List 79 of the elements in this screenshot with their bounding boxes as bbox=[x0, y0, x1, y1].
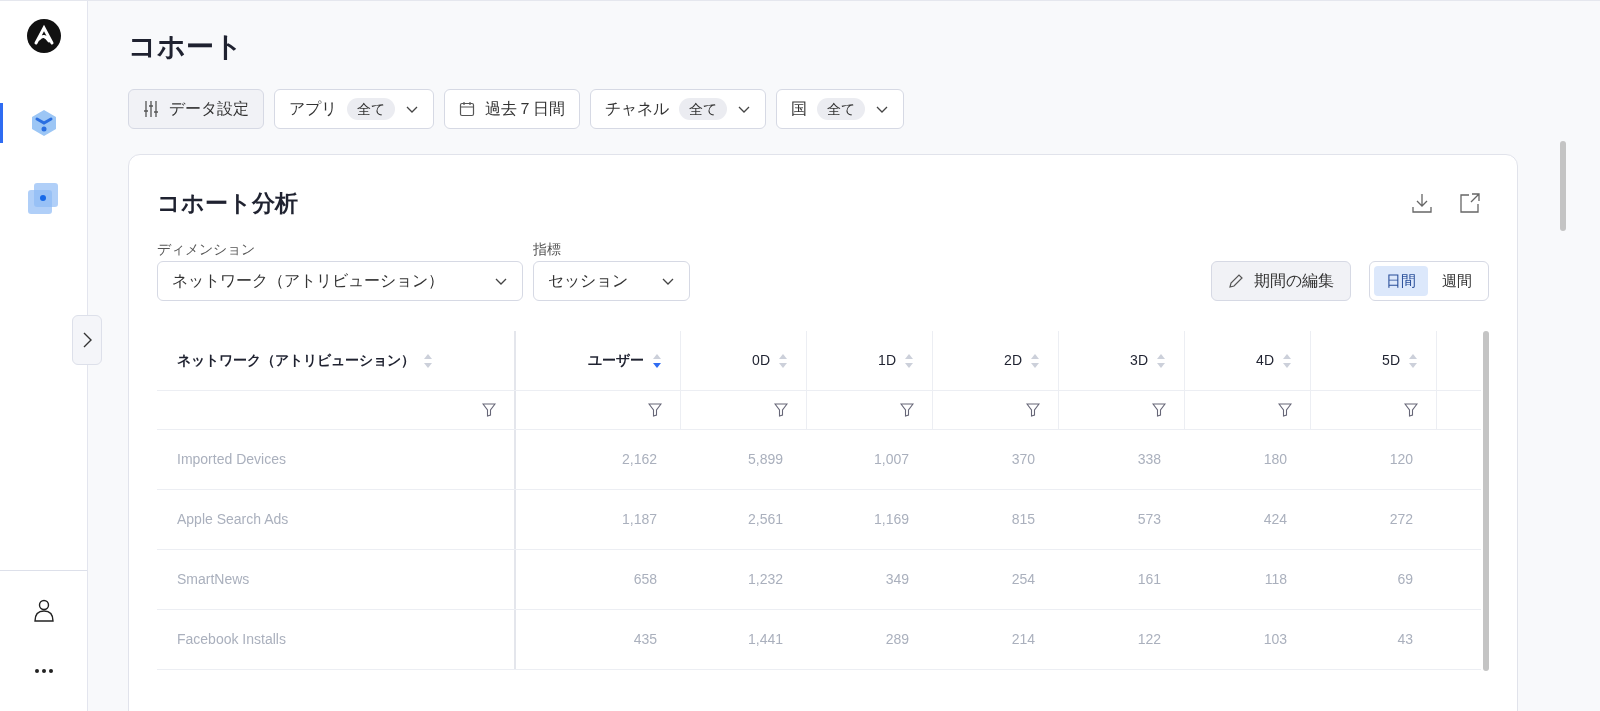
filter-icon[interactable] bbox=[648, 403, 662, 417]
table-cell-text: SmartNews bbox=[177, 570, 250, 589]
table-cell-text: 69 bbox=[1397, 570, 1413, 589]
card-title: コホート分析 bbox=[157, 188, 298, 218]
filter-icon[interactable] bbox=[1404, 403, 1418, 417]
table-cell-text: 214 bbox=[1011, 630, 1035, 649]
sort-icon[interactable] bbox=[652, 352, 662, 369]
table-cell-text: Imported Devices bbox=[177, 450, 286, 469]
table-cell-text: 815 bbox=[1011, 510, 1035, 529]
filter-icon[interactable] bbox=[1026, 403, 1040, 417]
table-cell-text: 122 bbox=[1137, 630, 1161, 649]
table-cell-text: 120 bbox=[1389, 450, 1413, 469]
filter-dropdown[interactable]: 国 全て bbox=[776, 89, 904, 129]
table-cell-text: 424 bbox=[1263, 510, 1287, 529]
table-cell-text: 435 bbox=[633, 630, 657, 649]
table-cell-text: 349 bbox=[885, 570, 909, 589]
filter-icon[interactable] bbox=[774, 403, 788, 417]
filter-value-badge: 全て bbox=[817, 98, 865, 120]
expand-button[interactable] bbox=[72, 315, 102, 365]
table-cell-text: 180 bbox=[1263, 450, 1287, 469]
column-header[interactable]: 3D bbox=[1130, 350, 1148, 371]
table-cell-text: 2,162 bbox=[621, 450, 657, 469]
date-range-button[interactable]: 過去７日間 bbox=[444, 89, 580, 129]
table-cell-text: 1,441 bbox=[747, 630, 783, 649]
table-cell-text: 658 bbox=[633, 570, 657, 589]
chevron-right-icon bbox=[81, 331, 93, 349]
dimension-select[interactable]: ネットワーク（アトリビューション） bbox=[157, 261, 523, 301]
user-icon[interactable] bbox=[32, 599, 55, 623]
field-label: ディメンション bbox=[157, 240, 256, 259]
table-cell-text: 1,169 bbox=[873, 510, 909, 529]
table-cell-text: 161 bbox=[1137, 570, 1161, 589]
column-header[interactable]: ユーザー bbox=[588, 350, 644, 371]
filter-dropdown[interactable]: アプリ 全て bbox=[274, 89, 434, 129]
filter-value-badge: 全て bbox=[679, 98, 727, 120]
edit-period-button[interactable]: 期間の編集 bbox=[1211, 261, 1351, 301]
table-cell-text: 5,899 bbox=[747, 450, 783, 469]
calendar-icon bbox=[459, 101, 475, 117]
metric-select[interactable]: セッション bbox=[533, 261, 690, 301]
download-icon[interactable] bbox=[1411, 192, 1433, 214]
table-cell-text: 289 bbox=[885, 630, 909, 649]
table-cell-text: 338 bbox=[1137, 450, 1161, 469]
column-header[interactable]: ネットワーク（アトリビューション） bbox=[177, 350, 415, 371]
table-cell-text: 370 bbox=[1011, 450, 1035, 469]
filter-icon[interactable] bbox=[482, 403, 496, 417]
field-label: 指標 bbox=[533, 240, 562, 259]
filter-icon[interactable] bbox=[900, 403, 914, 417]
table-cell-text: 1,007 bbox=[873, 450, 909, 469]
table-cell-text: Facebook Installs bbox=[177, 630, 286, 649]
data-settings-button[interactable]: データ設定 bbox=[128, 89, 264, 129]
table-cell-text: 1,232 bbox=[747, 570, 783, 589]
export-icon[interactable] bbox=[1459, 192, 1481, 214]
table-cell-text: 2,561 bbox=[747, 510, 783, 529]
period-tab[interactable]: 日間 bbox=[1374, 266, 1428, 296]
table-cell-text: 1,187 bbox=[621, 510, 657, 529]
column-header[interactable]: 0D bbox=[752, 350, 770, 371]
table-cell-text: 573 bbox=[1137, 510, 1161, 529]
logo-icon[interactable] bbox=[26, 19, 61, 53]
table-cell-text: 118 bbox=[1264, 570, 1287, 589]
table-cell-text: 254 bbox=[1011, 570, 1035, 589]
page-title: コホート bbox=[128, 30, 244, 64]
column-header[interactable]: 2D bbox=[1004, 350, 1022, 371]
page-scrollbar[interactable] bbox=[1560, 141, 1566, 231]
period-tab[interactable]: 週間 bbox=[1430, 266, 1484, 296]
filter-icon[interactable] bbox=[1152, 403, 1166, 417]
column-header[interactable]: 4D bbox=[1256, 350, 1274, 371]
table-cell-text: 103 bbox=[1263, 630, 1287, 649]
table-cell-text: 43 bbox=[1397, 630, 1413, 649]
table-scrollbar[interactable] bbox=[1483, 331, 1489, 671]
pencil-icon bbox=[1228, 273, 1244, 289]
filter-dropdown[interactable]: チャネル 全て bbox=[590, 89, 766, 129]
column-header[interactable]: 1D bbox=[878, 350, 896, 371]
table-cell-text: Apple Search Ads bbox=[177, 510, 289, 529]
sliders-icon bbox=[143, 100, 159, 118]
squares-icon bbox=[26, 182, 61, 216]
filter-value-badge: 全て bbox=[347, 98, 395, 120]
column-header[interactable]: 5D bbox=[1382, 350, 1400, 371]
more-icon[interactable] bbox=[33, 668, 54, 674]
table-cell-text: 272 bbox=[1389, 510, 1413, 529]
filter-icon[interactable] bbox=[1278, 403, 1292, 417]
